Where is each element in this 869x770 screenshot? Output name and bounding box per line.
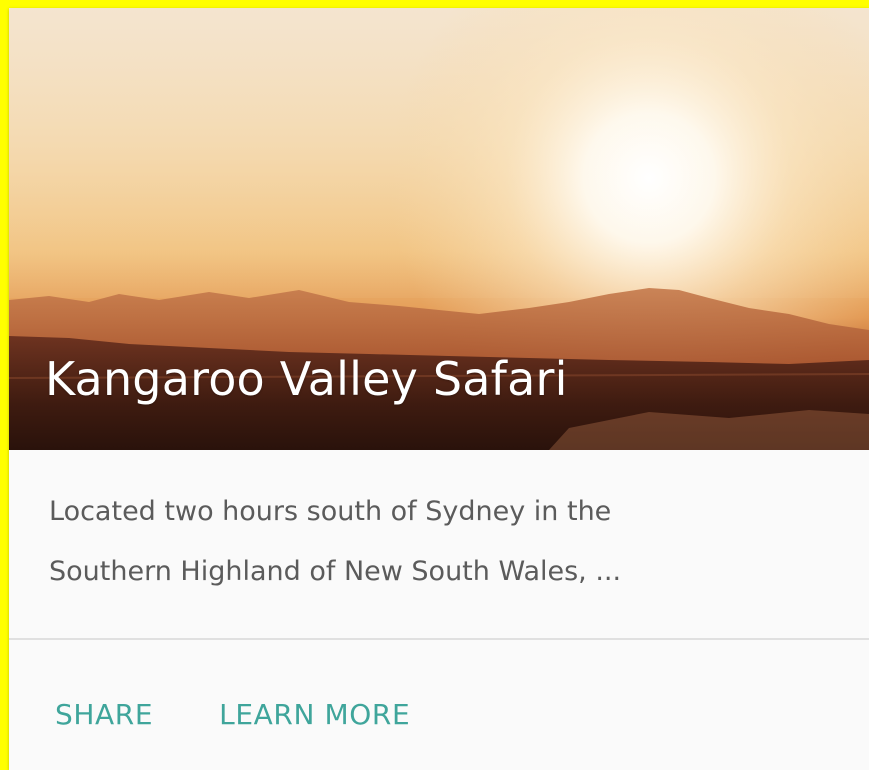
info-card: Kangaroo Valley Safari Located two hours…: [9, 8, 869, 770]
card-actions: SHARE LEARN MORE: [39, 678, 426, 750]
learn-more-button[interactable]: LEARN MORE: [203, 678, 426, 750]
card-actions-divider: [9, 638, 869, 640]
supporting-text-line-1: Located two hours south of Sydney in the: [49, 496, 612, 527]
card-title: Kangaroo Valley Safari: [45, 352, 568, 406]
card-media-image: Kangaroo Valley Safari: [9, 8, 869, 450]
share-button[interactable]: SHARE: [39, 678, 169, 750]
card-supporting-text: Located two hours south of Sydney in the…: [49, 482, 829, 602]
supporting-text-line-2: Southern Highland of New South Wales, ..…: [49, 556, 622, 587]
page-background: Kangaroo Valley Safari Located two hours…: [0, 0, 869, 770]
